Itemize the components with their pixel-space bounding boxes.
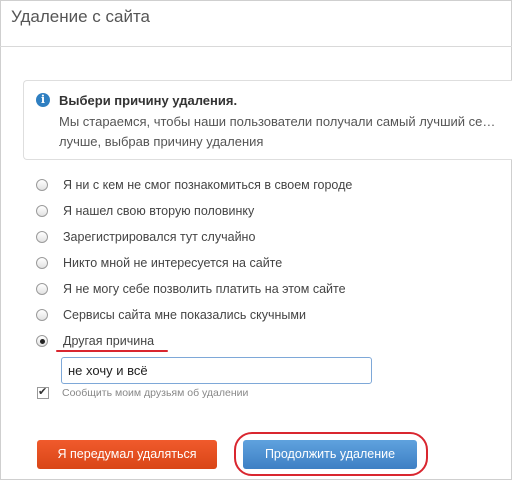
radio-button[interactable] — [36, 231, 48, 243]
reason-option-2[interactable]: Я нашел свою вторую половинку — [36, 202, 254, 220]
reason-option-4[interactable]: Никто мной не интересуется на сайте — [36, 254, 282, 272]
notify-friends-label: Сообщить моим друзьям об удалении — [62, 387, 249, 399]
reason-option-1[interactable]: Я ни с кем не смог познакомиться в своем… — [36, 176, 352, 194]
info-icon: i — [36, 93, 50, 107]
info-text: Мы стараемся, чтобы наши пользователи по… — [59, 114, 496, 149]
notify-friends-checkbox-row[interactable]: ✔ Сообщить моим друзьям об удалении — [37, 385, 249, 400]
page-title: Удаление с сайта — [11, 7, 151, 26]
radio-button-selected[interactable] — [36, 335, 48, 347]
reason-label: Я не могу себе позволить платить на этом… — [63, 282, 346, 296]
reason-label: Никто мной не интересуется на сайте — [63, 256, 283, 270]
radio-button[interactable] — [36, 257, 48, 269]
radio-button[interactable] — [36, 309, 48, 321]
radio-button[interactable] — [36, 179, 48, 191]
title-divider — [0, 46, 512, 47]
reason-option-other[interactable]: Другая причина — [36, 332, 154, 350]
notify-friends-checkbox[interactable]: ✔ — [37, 385, 49, 399]
reason-label: Зарегистрировался тут случайно — [63, 230, 256, 244]
info-box: i Выбери причину удаления. Мы стараемся,… — [23, 80, 512, 160]
reason-option-3[interactable]: Зарегистрировался тут случайно — [36, 228, 255, 246]
radio-button[interactable] — [36, 205, 48, 217]
info-title: Выбери причину удаления. — [59, 93, 238, 108]
reason-label: Я ни с кем не смог познакомиться в своем… — [63, 178, 353, 192]
reason-option-6[interactable]: Сервисы сайта мне показались скучными — [36, 306, 306, 324]
reason-label: Другая причина — [63, 334, 155, 348]
radio-button[interactable] — [36, 283, 48, 295]
reason-label: Я нашел свою вторую половинку — [63, 204, 255, 218]
annotation-underline — [56, 350, 168, 352]
reason-label: Сервисы сайта мне показались скучными — [63, 308, 306, 322]
cancel-deletion-button[interactable]: Я передумал удаляться — [37, 440, 217, 469]
checkmark-icon: ✔ — [38, 385, 48, 398]
other-reason-input[interactable] — [61, 357, 372, 384]
annotation-circle — [234, 432, 428, 476]
reason-option-5[interactable]: Я не могу себе позволить платить на этом… — [36, 280, 346, 298]
